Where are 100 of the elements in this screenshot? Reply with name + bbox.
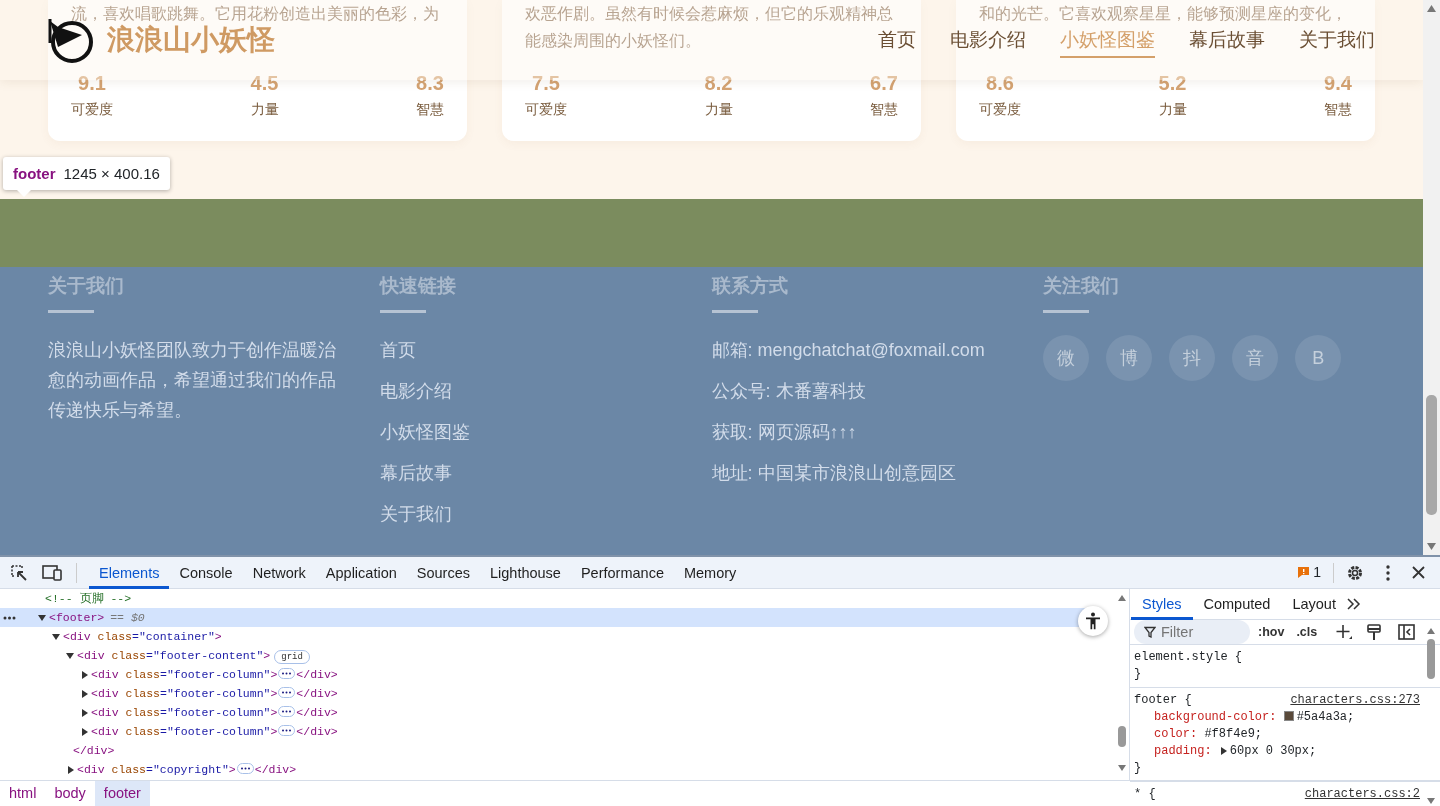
breadcrumb-item[interactable]: html bbox=[0, 781, 46, 806]
device-toolbar-icon[interactable] bbox=[42, 563, 62, 582]
more-tabs-icon[interactable] bbox=[1346, 598, 1361, 610]
selection-note: == $0 bbox=[110, 611, 145, 624]
expand-arrow[interactable] bbox=[82, 670, 88, 679]
nav-link[interactable]: 幕后故事 bbox=[1189, 24, 1265, 58]
css-value: 60px 0 30px; bbox=[1229, 744, 1317, 758]
expand-arrow[interactable] bbox=[38, 614, 46, 621]
code-line[interactable]: <div class="copyright"> bbox=[77, 763, 236, 776]
dom-row[interactable]: <div class="footer-column"> </div> bbox=[0, 684, 338, 703]
contact-text: 公众号: 木番薯科技 bbox=[711, 380, 867, 403]
color-swatch[interactable] bbox=[1283, 711, 1294, 721]
nav-link[interactable]: 首页 bbox=[878, 24, 916, 58]
css-value: #f8f4e9; bbox=[1204, 727, 1263, 741]
devtools-tab[interactable]: Application bbox=[315, 556, 407, 589]
sidebar-toggle-icon[interactable] bbox=[1398, 624, 1416, 640]
stat-value: 8.3 bbox=[416, 71, 444, 95]
more-options-icon[interactable] bbox=[1386, 564, 1390, 581]
dom-row[interactable]: <div class="footer-column"> </div> bbox=[0, 722, 338, 741]
heading-underline bbox=[48, 310, 94, 313]
code-line: <!-- 页脚 --> bbox=[45, 592, 132, 605]
expand-arrow[interactable] bbox=[82, 689, 88, 698]
row-menu-icon[interactable] bbox=[3, 616, 16, 620]
code-line[interactable]: <footer> bbox=[49, 611, 105, 624]
about-text: 浪浪山小妖怪团队致力于创作温暖治愈的动画作品，希望通过我们的作品传递快乐与希望。 bbox=[48, 339, 337, 422]
devtools-tab[interactable]: Elements bbox=[89, 556, 170, 589]
css-value: #5a4a3a; bbox=[1296, 710, 1355, 724]
code-line: </div> bbox=[73, 744, 115, 757]
css-selector: footer { bbox=[1134, 692, 1192, 709]
column-heading: 关注我们 bbox=[1043, 274, 1121, 298]
devtools-tab[interactable]: Memory bbox=[673, 556, 747, 589]
css-selector: * { bbox=[1134, 786, 1156, 803]
expand-arrow[interactable] bbox=[52, 633, 60, 640]
closing-tag: </div> bbox=[296, 725, 338, 738]
accessibility-button[interactable] bbox=[1078, 606, 1108, 636]
contact-text: 获取: 网页源码↑↑↑ bbox=[711, 421, 858, 444]
styles-tab[interactable]: Computed bbox=[1192, 588, 1282, 620]
tooltip-tag: footer bbox=[13, 165, 56, 182]
expand-arrow[interactable] bbox=[1220, 746, 1227, 755]
stat-label: 力量 bbox=[704, 100, 733, 119]
dom-row[interactable]: <div class="footer-column"> </div> bbox=[0, 703, 338, 722]
dom-row[interactable]: <div class="container"> bbox=[0, 627, 222, 646]
code-line[interactable]: <div class="footer-column"> bbox=[91, 687, 278, 700]
stat-value: 4.5 bbox=[250, 71, 279, 95]
tooltip-size: 1245 × 400.16 bbox=[63, 165, 160, 182]
expand-arrow[interactable] bbox=[82, 727, 88, 736]
dom-row[interactable]: <div class="footer-content"> grid bbox=[0, 646, 310, 665]
dom-row[interactable]: <div class="copyright"> </div> bbox=[0, 760, 297, 779]
stat-label: 可爱度 bbox=[71, 100, 113, 119]
code-line[interactable]: <div class="footer-content"> bbox=[77, 649, 271, 662]
stat-value: 9.4 bbox=[1324, 71, 1352, 95]
code-line[interactable]: <div class="footer-column"> bbox=[91, 668, 278, 681]
code-line[interactable]: <div class="container"> bbox=[63, 630, 222, 643]
breadcrumb-item[interactable]: body bbox=[45, 781, 95, 806]
nav-link[interactable]: 电影介绍 bbox=[950, 24, 1026, 58]
closing-tag: </div> bbox=[296, 687, 338, 700]
css-property: color: bbox=[1154, 727, 1198, 741]
stat-label: 可爱度 bbox=[525, 100, 567, 119]
collapsed-content-button[interactable] bbox=[236, 763, 254, 774]
inspect-icon[interactable] bbox=[10, 563, 28, 582]
toolbar-button[interactable]: :hov bbox=[1254, 622, 1289, 642]
breadcrumb-item[interactable]: footer bbox=[94, 781, 150, 806]
heading-underline bbox=[379, 310, 426, 313]
collapsed-content-button[interactable] bbox=[278, 725, 296, 736]
rule-brace: } bbox=[1134, 666, 1143, 683]
source-link[interactable]: characters.css:273 bbox=[1290, 692, 1420, 709]
devtools-tab[interactable]: Lighthouse bbox=[480, 556, 571, 589]
toolbar-button[interactable]: .cls bbox=[1292, 622, 1322, 642]
collapsed-content-button[interactable] bbox=[278, 687, 296, 698]
nav-link[interactable]: 关于我们 bbox=[1299, 24, 1375, 58]
source-link[interactable]: characters.css:2 bbox=[1304, 786, 1420, 803]
accessibility-icon bbox=[1085, 612, 1101, 630]
paint-brush-icon[interactable] bbox=[1367, 623, 1382, 641]
code-line[interactable]: <div class="footer-column"> bbox=[91, 725, 278, 738]
issues-badge[interactable]: 1 bbox=[1297, 562, 1321, 583]
closing-tag: </div> bbox=[296, 706, 338, 719]
description-text: 能感染周围的小妖怪们。 bbox=[525, 31, 701, 51]
stat-value: 8.6 bbox=[986, 71, 1014, 95]
styles-tab[interactable]: Layout bbox=[1281, 588, 1347, 620]
expand-arrow[interactable] bbox=[66, 652, 74, 659]
add-rule-icon[interactable] bbox=[1335, 623, 1354, 641]
close-icon[interactable] bbox=[1412, 566, 1425, 579]
description-text: 欢恶作剧。虽然有时候会惹麻烦，但它的乐观精神总 bbox=[525, 4, 893, 24]
contact-text: 地址: 中国某市浪浪山创意园区 bbox=[711, 462, 957, 485]
expand-arrow[interactable] bbox=[82, 708, 88, 717]
collapsed-content-button[interactable] bbox=[278, 706, 296, 717]
contact-text: 邮箱: mengchatchat@foxmail.com bbox=[711, 339, 986, 362]
heading-underline bbox=[711, 310, 758, 313]
expand-arrow[interactable] bbox=[68, 765, 74, 774]
settings-icon[interactable] bbox=[1346, 563, 1364, 582]
devtools-tab[interactable]: Performance bbox=[570, 556, 674, 589]
devtools-tab[interactable]: Network bbox=[242, 556, 316, 589]
dom-row[interactable]: <div class="footer-column"> </div> bbox=[0, 665, 338, 684]
stat-value: 6.7 bbox=[870, 71, 898, 95]
code-line[interactable]: <div class="footer-column"> bbox=[91, 706, 278, 719]
collapsed-content-button[interactable] bbox=[278, 668, 296, 679]
devtools-tab[interactable]: Sources bbox=[406, 556, 480, 589]
filter-field[interactable]: Filter bbox=[1134, 620, 1250, 644]
devtools-tab[interactable]: Console bbox=[169, 556, 243, 589]
description-text: 和的光芒。它喜欢观察星星，能够预测星座的变化， bbox=[979, 4, 1347, 24]
